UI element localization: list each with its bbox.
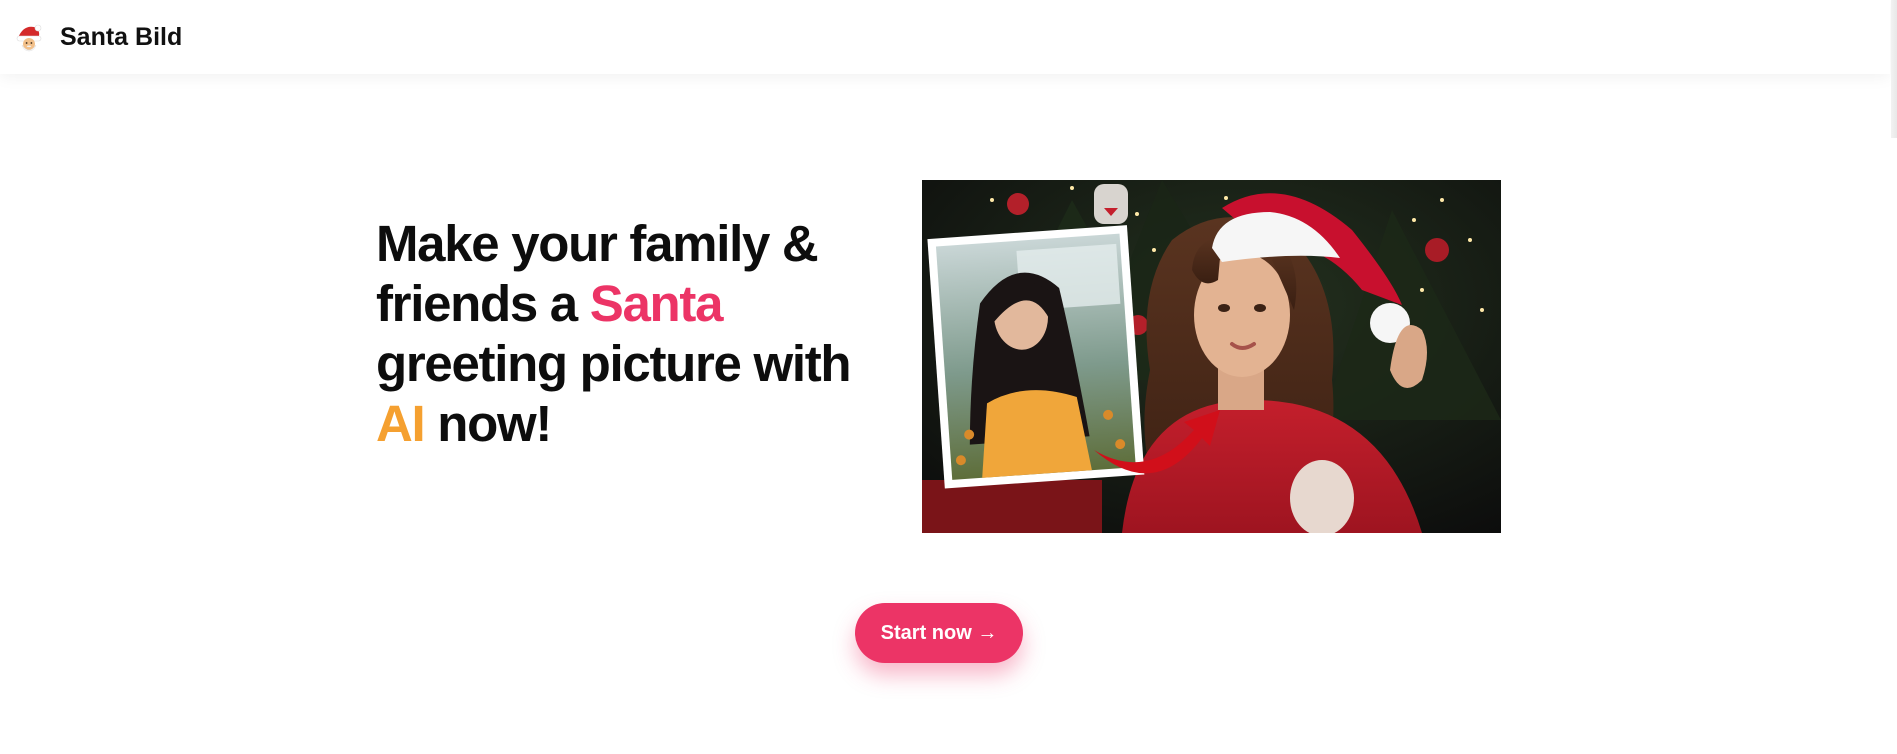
before-after-illustration [922,180,1501,533]
start-now-button[interactable]: Start now → [855,603,1023,663]
hero-before-after-image [922,180,1501,533]
santa-emoji-icon [16,24,42,52]
headline-highlight-ai: AI [376,395,426,452]
before-photo [927,225,1145,489]
hero-headline: Make your family & friends a Santa greet… [376,214,896,454]
headline-text: greeting picture with [376,335,852,392]
headline-highlight-santa: Santa [589,275,724,332]
top-navbar: Santa Bild [0,0,1890,74]
brand-home-link[interactable]: Santa Bild [14,22,182,52]
brand-name: Santa Bild [60,22,183,51]
headline-text: now! [424,395,552,452]
scrollbar[interactable] [1891,0,1897,138]
